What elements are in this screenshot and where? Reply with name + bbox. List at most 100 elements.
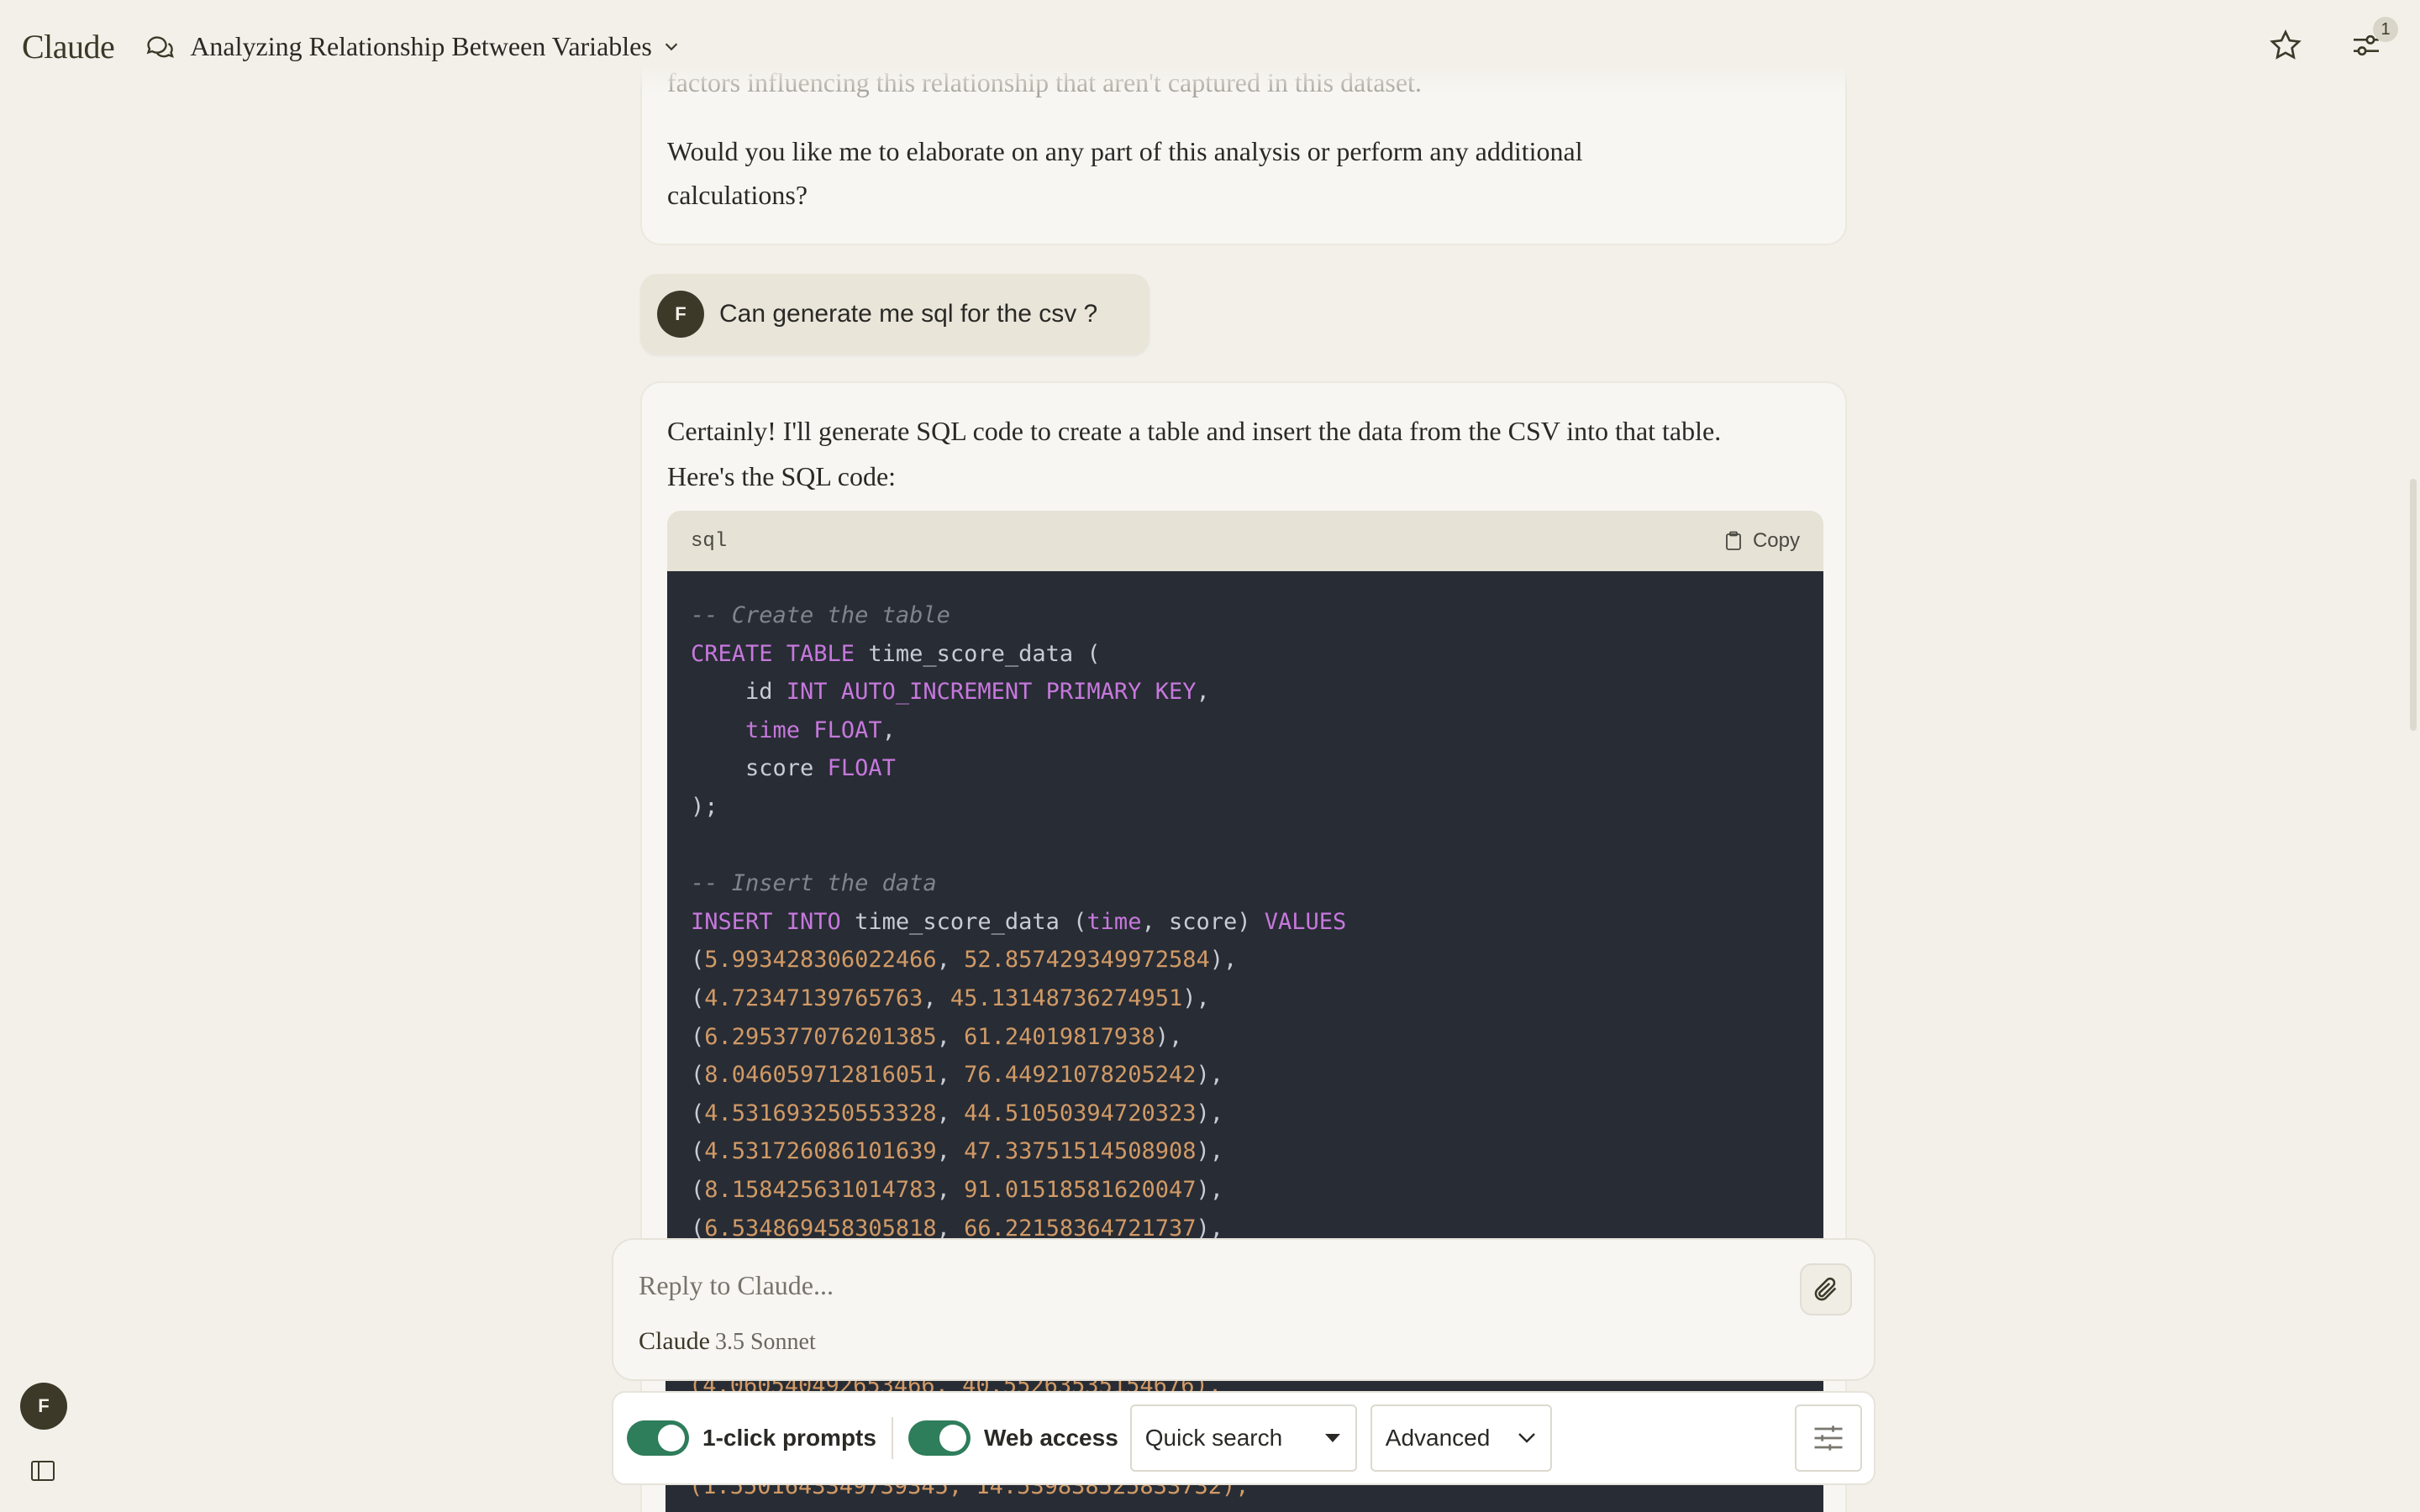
code-token: 61.24019817938: [964, 1023, 1155, 1050]
account-avatar[interactable]: F: [20, 1383, 67, 1430]
code-token: 4.72347139765763: [704, 984, 923, 1011]
code-token: (: [691, 984, 705, 1011]
model-name: Claude: [639, 1327, 710, 1355]
user-message: F Can generate me sql for the csv ?: [640, 274, 1150, 354]
reply-intro: Certainly! I'll generate SQL code to cre…: [667, 416, 1722, 491]
toggle-label: Web access: [983, 1425, 1118, 1451]
sidebar-toggle-icon[interactable]: [30, 1460, 55, 1482]
code-token: 76.44921078205242: [964, 1062, 1197, 1089]
code-token: ,: [923, 984, 950, 1011]
message-paragraph: Would you like me to elaborate on any pa…: [667, 136, 1583, 210]
one-click-prompts-toggle[interactable]: [627, 1420, 689, 1456]
code-token: ,: [936, 1100, 965, 1126]
code-token: id: [691, 679, 786, 706]
code-line: score FLOAT: [691, 749, 1800, 788]
reply-input[interactable]: [639, 1270, 1748, 1301]
star-button[interactable]: [2265, 25, 2306, 66]
copy-button[interactable]: Copy: [1724, 529, 1800, 553]
code-token: ),: [1196, 1062, 1223, 1089]
code-token: 6.534869458305818: [704, 1215, 937, 1242]
code-token: 8.158425631014783: [704, 1176, 937, 1203]
settings-button[interactable]: 1: [2346, 17, 2398, 66]
code-line: (8.158425631014783, 91.01518581620047),: [691, 1171, 1800, 1210]
code-token: 4.531726086101639: [704, 1138, 937, 1165]
code-token: 47.33751514508908: [964, 1138, 1197, 1165]
code-token: time_score_data (: [840, 908, 1087, 935]
code-line: INSERT INTO time_score_data (time, score…: [691, 903, 1800, 942]
message-composer: Claude3.5 Sonnet: [612, 1238, 1876, 1381]
code-token: ,: [936, 947, 965, 974]
code-token: FLOAT: [827, 755, 896, 782]
code-token: score: [691, 755, 828, 782]
code-token: time_score_data (: [855, 640, 1101, 667]
code-line: (4.531726086101639, 47.33751514508908),: [691, 1132, 1800, 1171]
chat-bubbles-icon: [146, 36, 175, 58]
code-token: -- Create the table: [691, 602, 950, 628]
code-token: VALUES: [1264, 908, 1347, 935]
user-message-text: Can generate me sql for the csv ?: [719, 300, 1098, 328]
code-token: );: [691, 793, 718, 820]
select-value: Quick search: [1144, 1425, 1283, 1451]
code-token: time: [1086, 908, 1142, 935]
code-token: 45.13148736274951: [950, 984, 1183, 1011]
code-line: -- Create the table: [691, 596, 1800, 635]
code-token: , score): [1141, 908, 1265, 935]
code-token: ),: [1182, 984, 1210, 1011]
advanced-select[interactable]: Advanced: [1370, 1404, 1552, 1472]
select-value: Advanced: [1385, 1425, 1491, 1451]
copy-label: Copy: [1752, 529, 1800, 552]
conversation-title[interactable]: Analyzing Relationship Between Variables: [190, 31, 652, 62]
chevron-down-icon[interactable]: [662, 37, 681, 55]
web-access-toggle[interactable]: [908, 1420, 971, 1456]
code-token: INT AUTO_INCREMENT PRIMARY KEY: [786, 679, 1197, 706]
code-line: (5.993428306022466, 52.857429349972584),: [691, 941, 1800, 979]
code-line: time FLOAT,: [691, 711, 1800, 750]
code-token: 44.51050394720323: [964, 1100, 1197, 1126]
sliders-icon: [1814, 1425, 1843, 1451]
attach-button[interactable]: [1800, 1263, 1852, 1315]
paperclip-icon: [1814, 1277, 1837, 1301]
search-mode-select[interactable]: Quick search: [1129, 1404, 1357, 1472]
tools-settings-button[interactable]: [1795, 1404, 1862, 1472]
code-token: CREATE TABLE: [691, 640, 855, 667]
code-token: ),: [1209, 947, 1238, 974]
user-avatar: F: [657, 291, 704, 338]
code-token: (: [691, 1100, 705, 1126]
code-language: sql: [691, 529, 728, 553]
model-version: 3.5 Sonnet: [714, 1329, 816, 1355]
code-line: id INT AUTO_INCREMENT PRIMARY KEY,: [691, 673, 1800, 711]
claude-logo[interactable]: Claude: [22, 27, 115, 66]
code-token: time FLOAT: [745, 717, 882, 743]
code-token: 52.857429349972584: [964, 947, 1210, 974]
code-line: (4.72347139765763, 45.13148736274951),: [691, 979, 1800, 1018]
code-token: ,: [881, 717, 896, 743]
code-token: ),: [1196, 1100, 1223, 1126]
code-token: ),: [1196, 1176, 1223, 1203]
scrollbar[interactable]: [2410, 479, 2417, 731]
code-token: (: [691, 1138, 705, 1165]
code-token: 5.993428306022466: [704, 947, 937, 974]
code-token: 66.22158364721737: [964, 1215, 1197, 1242]
star-icon: [2270, 29, 2302, 60]
toggle-label: 1-click prompts: [702, 1425, 876, 1451]
code-token: ,: [936, 1215, 965, 1242]
code-line: (6.295377076201385, 61.24019817938),: [691, 1018, 1800, 1057]
code-line: );: [691, 788, 1800, 827]
model-selector[interactable]: Claude 3.5 Sonnet: [639, 1327, 816, 1356]
top-bar: Claude Analyzing Relationship Between Va…: [0, 0, 2420, 92]
code-token: ,: [936, 1176, 965, 1203]
code-token: 6.295377076201385: [704, 1023, 937, 1050]
code-token: (: [691, 1176, 705, 1203]
code-token: ),: [1196, 1215, 1223, 1242]
code-token: ,: [936, 1062, 965, 1089]
code-token: (: [691, 1062, 705, 1089]
code-token: ,: [936, 1023, 965, 1050]
code-token: ),: [1196, 1138, 1223, 1165]
code-line: -- Insert the data: [691, 864, 1800, 903]
notification-badge: 1: [2373, 17, 2398, 42]
code-token: 4.531693250553328: [704, 1100, 937, 1126]
chevron-down-icon: [1518, 1433, 1535, 1443]
code-token: ,: [1196, 679, 1210, 706]
clipboard-icon: [1726, 531, 1741, 550]
